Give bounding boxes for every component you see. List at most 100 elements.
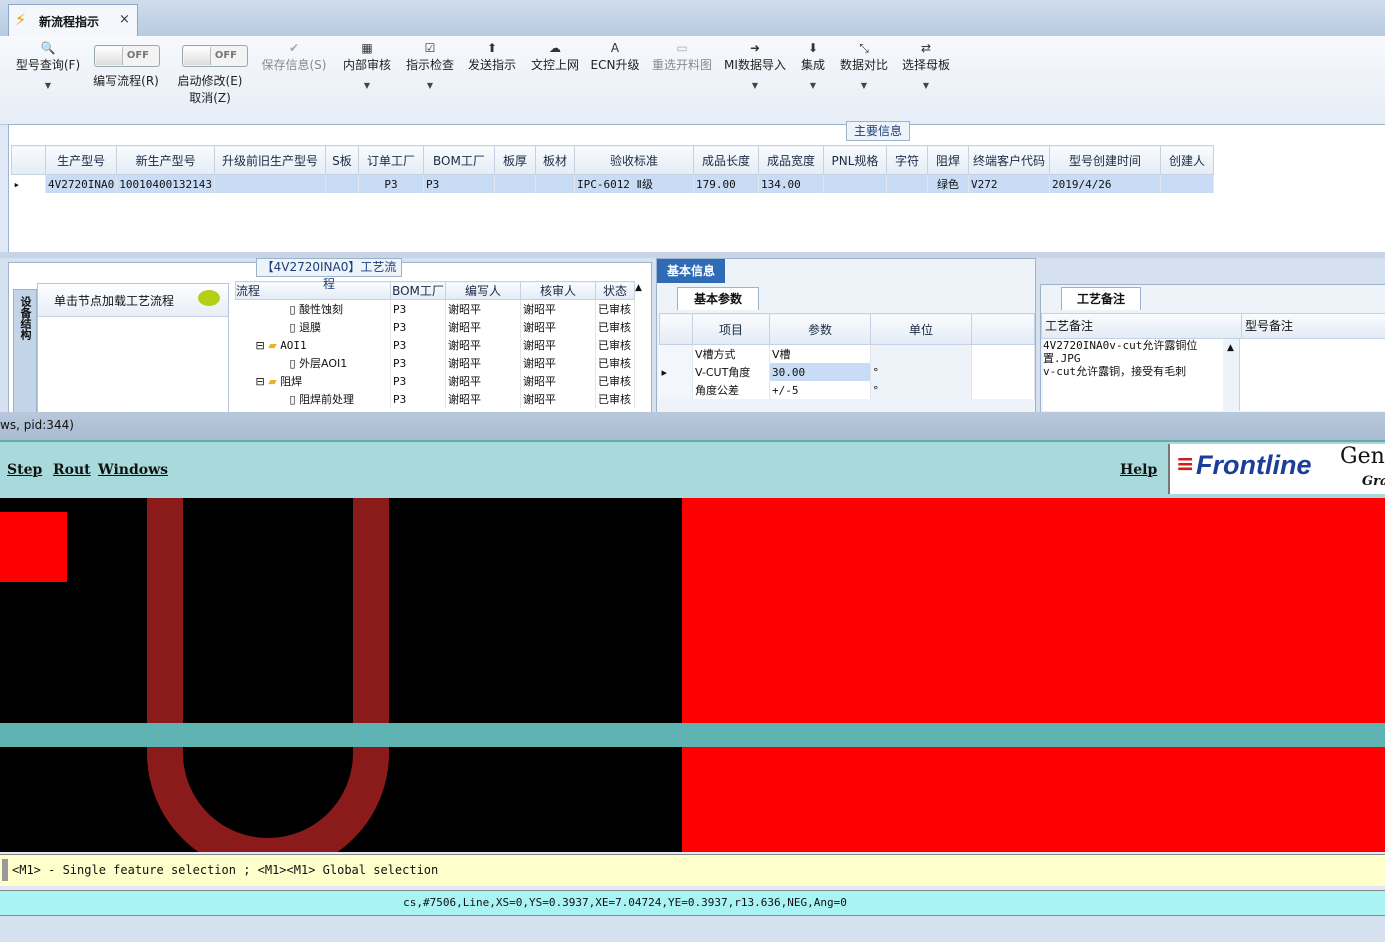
save-button[interactable]: ✔ 保存信息(S): [256, 40, 332, 73]
cell[interactable]: P3: [358, 174, 424, 193]
cancel-label[interactable]: 取消(Z): [170, 89, 250, 106]
col-header[interactable]: 单位: [870, 313, 972, 345]
cell[interactable]: [823, 174, 887, 193]
menu-step[interactable]: Step: [7, 462, 42, 478]
cell[interactable]: IPC-6012 Ⅱ级: [574, 174, 694, 193]
graphic-canvas[interactable]: [0, 498, 1385, 852]
cell[interactable]: 10010400132143: [116, 174, 215, 193]
col-header[interactable]: 创建人: [1159, 145, 1214, 175]
cell[interactable]: [886, 174, 928, 193]
cell[interactable]: [1160, 174, 1214, 193]
table-row[interactable]: V槽方式 V槽: [659, 344, 1035, 363]
process-notes-text[interactable]: 4V2720INA0v-cut允许露铜位置.JPG v-cut允许露铜，接受有毛…: [1043, 339, 1223, 411]
col-header[interactable]: 升级前旧生产型号: [213, 145, 326, 175]
chevron-down-icon[interactable]: ▼: [722, 81, 788, 90]
tree-row[interactable]: ▯ 酸性蚀刻 P3 谢昭平 谢昭平 已审核: [235, 299, 635, 318]
cell[interactable]: P3: [423, 174, 495, 193]
col-header[interactable]: 项目: [692, 313, 770, 345]
expand-icon[interactable]: ⊟: [256, 339, 269, 352]
col-header[interactable]: 型号创建时间: [1048, 145, 1161, 175]
chevron-down-icon[interactable]: ▼: [836, 81, 892, 90]
col-header[interactable]: 参数: [769, 313, 871, 345]
data-compare-button[interactable]: ⤡ 数据对比 ▼: [836, 40, 892, 90]
chevron-down-icon[interactable]: ▼: [794, 81, 832, 90]
tab-new-process[interactable]: ⚡ 新流程指示 ×: [8, 4, 138, 37]
mi-import-button[interactable]: ➜ MI数据导入 ▼: [722, 40, 788, 90]
load-node-area[interactable]: 单击节点加载工艺流程: [37, 283, 229, 415]
doc-upload-button[interactable]: ☁ 文控上网: [527, 40, 583, 73]
menu-help[interactable]: Help: [1120, 462, 1157, 478]
col-header[interactable]: 终端客户代码: [967, 145, 1050, 175]
col-header[interactable]: 板厚: [493, 145, 536, 175]
copper-area: [682, 498, 1385, 852]
chevron-down-icon[interactable]: ▼: [898, 81, 954, 90]
chevron-down-icon[interactable]: ▼: [10, 81, 86, 90]
col-header[interactable]: 新生产型号: [116, 145, 215, 175]
expand-icon[interactable]: ⊟: [256, 375, 269, 388]
model-notes-text[interactable]: [1239, 339, 1385, 411]
scroll-up-icon[interactable]: ▲: [635, 283, 642, 293]
col-header[interactable]: 成品宽度: [757, 145, 824, 175]
side-tab-device[interactable]: 设备结构: [13, 289, 37, 413]
col-header[interactable]: 核审人: [520, 281, 596, 300]
menu-rout[interactable]: Rout: [53, 462, 91, 478]
start-toggle[interactable]: OFF: [182, 45, 248, 67]
write-process-label: 编写流程(R): [93, 74, 159, 88]
col-header[interactable]: 型号备注: [1241, 313, 1385, 339]
cell[interactable]: [214, 174, 326, 193]
cell[interactable]: 4V2720INA0: [45, 174, 118, 193]
cell[interactable]: 绿色: [927, 174, 969, 193]
select-master-button[interactable]: ⇄ 选择母板 ▼: [898, 40, 954, 90]
col-header[interactable]: 验收标准: [573, 145, 694, 175]
logo-side-text: Gene: [1340, 444, 1385, 469]
col-header[interactable]: 字符: [885, 145, 928, 175]
prompt-bar: <M1> - Single feature selection ; <M1><M…: [0, 854, 1385, 886]
col-header[interactable]: 流程: [235, 281, 391, 300]
table-row[interactable]: ▸ V-CUT角度 30.00 °: [659, 363, 1035, 381]
col-header[interactable]: 订单工厂: [357, 145, 424, 175]
write-toggle[interactable]: OFF: [94, 45, 160, 67]
cell[interactable]: V272: [968, 174, 1050, 193]
document-tab-bar: ⚡ 新流程指示 ×: [0, 0, 1385, 37]
cell[interactable]: [535, 174, 575, 193]
cell[interactable]: [494, 174, 536, 193]
cell[interactable]: 134.00: [758, 174, 824, 193]
scroll-up-icon[interactable]: ▲: [1227, 343, 1234, 353]
col-header[interactable]: 阻焊: [926, 145, 969, 175]
col-header[interactable]: 生产型号: [44, 145, 118, 175]
chevron-down-icon[interactable]: ▼: [402, 81, 458, 90]
col-header[interactable]: 状态: [595, 281, 635, 300]
tab-basic-info[interactable]: 基本信息: [657, 259, 725, 283]
tree-row[interactable]: ▯ 退膜 P3 谢昭平 谢昭平 已审核: [235, 318, 635, 336]
table-row[interactable]: 角度公差 +/-5 °: [659, 381, 1035, 399]
col-header[interactable]: 工艺备注: [1041, 313, 1244, 339]
close-icon[interactable]: ×: [119, 12, 130, 27]
col-header[interactable]: 成品长度: [692, 145, 759, 175]
col-header[interactable]: BOM工厂: [390, 281, 446, 300]
ecn-upgrade-button[interactable]: A ECN升级: [589, 40, 641, 73]
chevron-down-icon[interactable]: ▼: [338, 81, 396, 90]
tree-row[interactable]: ▯ 阻焊前处理 P3 谢昭平 谢昭平 已审核: [235, 390, 635, 408]
cell[interactable]: 2019/4/26: [1049, 174, 1161, 193]
reselect-cutting-button[interactable]: ▭ 重选开料图: [647, 40, 717, 73]
col-header[interactable]: PNL规格: [822, 145, 887, 175]
col-header[interactable]: BOM工厂: [422, 145, 495, 175]
tab-process-notes[interactable]: 工艺备注: [1061, 287, 1141, 310]
col-header[interactable]: 板材: [534, 145, 575, 175]
col-header[interactable]: 编写人: [445, 281, 521, 300]
tab-basic-params[interactable]: 基本参数: [677, 287, 759, 310]
tree-row[interactable]: ⊟ ▰ AOI1 P3 谢昭平 谢昭平 已审核: [235, 336, 635, 354]
col-header[interactable]: S板: [324, 145, 359, 175]
integrate-button[interactable]: ⬇ 集成 ▼: [794, 40, 832, 90]
send-instruction-button[interactable]: ⬆ 发送指示: [464, 40, 520, 73]
cell[interactable]: [325, 174, 359, 193]
instruction-check-button[interactable]: ☑ 指示检查 ▼: [402, 40, 458, 90]
tree-row[interactable]: ▯ 外层AOI1 P3 谢昭平 谢昭平 已审核: [235, 354, 635, 372]
internal-review-button[interactable]: ▦ 内部审核 ▼: [338, 40, 396, 90]
tree-row[interactable]: ⊟ ▰ 阻焊 P3 谢昭平 谢昭平 已审核: [235, 372, 635, 390]
cell[interactable]: 179.00: [693, 174, 759, 193]
model-query-button[interactable]: 🔍 型号查询(F) ▼: [10, 40, 86, 90]
file-icon: ▯: [289, 393, 300, 406]
menu-windows[interactable]: Windows: [98, 462, 168, 478]
table-row[interactable]: ▸ 4V2720INA0 10010400132143 P3 P3 IPC-60…: [11, 174, 1214, 193]
